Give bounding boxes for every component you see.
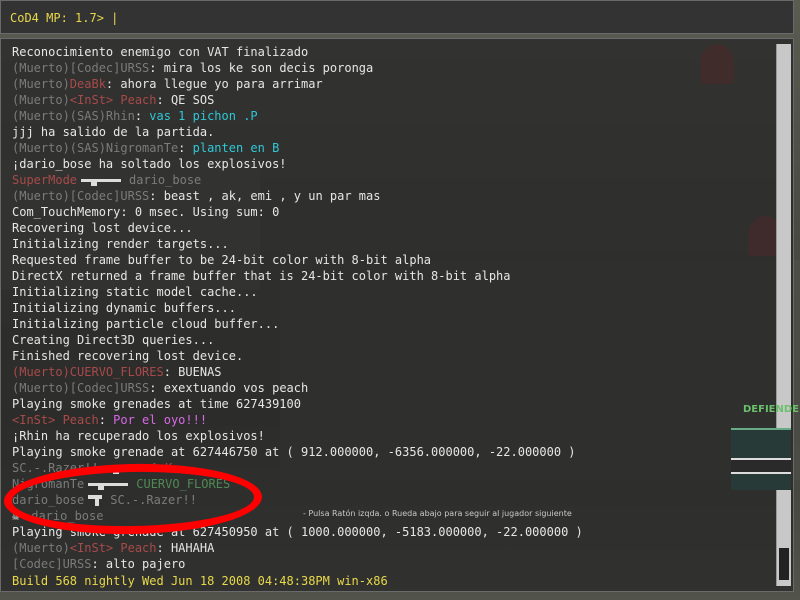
log-text: Requested frame buffer to be 24-bit colo… bbox=[12, 253, 432, 267]
log-text: : QE SOS bbox=[156, 93, 215, 107]
console-input-bar[interactable]: CoD4 MP: 1.7> | bbox=[0, 0, 794, 34]
console-log-line: jjj ha salido de la partida. bbox=[12, 124, 583, 140]
log-text: ¡dario_bose ha soltado los explosivos! bbox=[12, 157, 287, 171]
console-log-line: Initializing particle cloud buffer... bbox=[12, 316, 583, 332]
log-text: : exextuando vos peach bbox=[149, 381, 309, 395]
console-log-line: SuperMode dario_bose bbox=[12, 172, 583, 188]
log-text: (Muerto)(SAS)NigromanTe bbox=[12, 141, 179, 155]
log-text: [Codec]URSS bbox=[12, 557, 92, 571]
log-text: vas 1 pichon .P bbox=[149, 109, 258, 123]
console-log-line: (Muerto)<InSt> Peach: HAHAHA bbox=[12, 540, 583, 556]
console-log-line: (Muerto)[Codec]URSS: exextuando vos peac… bbox=[12, 380, 583, 396]
console-log-line: Reconocimiento enemigo con VAT finalizad… bbox=[12, 44, 583, 60]
console-log-line: Playing smoke grenades at time 627439100 bbox=[12, 396, 583, 412]
log-text: : bbox=[98, 413, 114, 427]
console-scrollbar[interactable] bbox=[776, 44, 791, 586]
console-log-line: (Muerto)(SAS)NigromanTe: planten en B bbox=[12, 140, 583, 156]
log-text: <InSt> Peach bbox=[12, 413, 99, 427]
log-text: Com_TouchMemory: 0 msec. Using sum: 0 bbox=[12, 205, 280, 219]
log-text: SuperMode bbox=[12, 173, 78, 187]
log-text: jjj ha salido de la partida. bbox=[12, 125, 215, 139]
log-text: (Muerto)[Codec]URSS bbox=[12, 189, 150, 203]
console-log-line: Initializing static model cache... bbox=[12, 284, 583, 300]
console-log-line: (Muerto)(SAS)Rhin: vas 1 pichon .P bbox=[12, 108, 583, 124]
console-log-line: ¡dario_bose ha soltado los explosivos! bbox=[12, 156, 583, 172]
console-log-line: Recovering lost device... bbox=[12, 220, 583, 236]
log-text: : bbox=[134, 109, 150, 123]
console-log-line: (Muerto)DeaBk: ahora llegue yo para arri… bbox=[12, 76, 583, 92]
log-text: dario_bose bbox=[129, 173, 202, 187]
log-text: Initializing dynamic buffers... bbox=[12, 301, 236, 315]
log-text: (Muerto)(SAS)Rhin bbox=[12, 109, 135, 123]
console-log-line: (Muerto)[Codec]URSS: mira los ke son dec… bbox=[12, 60, 583, 76]
scrollbar-thumb[interactable] bbox=[779, 548, 789, 580]
console-log-line: (Muerto)[Codec]URSS: beast , ak, emi , y… bbox=[12, 188, 583, 204]
log-text: DeaBk bbox=[69, 77, 106, 91]
log-text: Reconocimiento enemigo con VAT finalizad… bbox=[12, 45, 309, 59]
objective-label: DEFIENDE bbox=[743, 404, 800, 415]
console-prompt-text: CoD4 MP: 1.7> bbox=[10, 11, 112, 25]
log-text: ¡Rhin ha recuperado los explosivos! bbox=[12, 429, 265, 443]
log-text: Creating Direct3D queries... bbox=[12, 333, 215, 347]
console-log-line: Finished recovering lost device. bbox=[12, 348, 583, 364]
log-text: : mira los ke son decis poronga bbox=[149, 61, 374, 75]
log-text: Initializing render targets... bbox=[12, 237, 229, 251]
text-caret: | bbox=[111, 11, 119, 25]
console-log-line: Requested frame buffer to be 24-bit colo… bbox=[12, 252, 583, 268]
minimap-road bbox=[731, 458, 791, 474]
objective-hud: DEFIENDE bbox=[731, 404, 799, 490]
console-log-line: Playing smoke grenade at 627446750 at ( … bbox=[12, 444, 583, 460]
console-log-line: (Muerto)<InSt> Peach: QE SOS bbox=[12, 92, 583, 108]
log-text: (Muerto) bbox=[12, 541, 70, 555]
console-log-line: Initializing dynamic buffers... bbox=[12, 300, 583, 316]
log-text: : beast , ak, emi , y un par mas bbox=[149, 189, 381, 203]
build-info: Build 568 nightly Wed Jun 18 2008 04:48:… bbox=[12, 574, 388, 588]
log-text: : ahora llegue yo para arrimar bbox=[105, 77, 323, 91]
log-text: : bbox=[178, 141, 193, 155]
log-text: (Muerto) bbox=[12, 93, 70, 107]
console-log-line: Initializing render targets... bbox=[12, 236, 583, 252]
rifle-icon bbox=[81, 177, 122, 186]
log-text: : alto pajero bbox=[91, 557, 186, 571]
log-text: <InSt> Peach bbox=[69, 93, 157, 107]
console-prompt[interactable]: CoD4 MP: 1.7> | bbox=[10, 11, 118, 25]
log-text: (Muerto)[Codec]URSS bbox=[12, 381, 150, 395]
console-log-line: <InSt> Peach: Por el oyo!!! bbox=[12, 412, 583, 428]
log-text: DirectX returned a frame buffer that is … bbox=[12, 269, 511, 283]
log-text: Playing smoke grenade at 627446750 at ( … bbox=[12, 445, 576, 459]
log-text: planten en B bbox=[192, 141, 280, 155]
log-text: Finished recovering lost device. bbox=[12, 349, 244, 363]
console-log-line: ¡Rhin ha recuperado los explosivos! bbox=[12, 428, 583, 444]
log-text: Playing smoke grenades at time 627439100 bbox=[12, 397, 301, 411]
log-text: (Muerto) bbox=[12, 77, 70, 91]
log-text: <InSt> Peach bbox=[69, 541, 157, 555]
console-log-line: Creating Direct3D queries... bbox=[12, 332, 583, 348]
console-log-line: DirectX returned a frame buffer that is … bbox=[12, 268, 583, 284]
log-text: Por el oyo!!! bbox=[113, 413, 208, 427]
console-log-line: (Muerto)CUERVO_FLORES: BUENAS bbox=[12, 364, 583, 380]
spectator-hint: - Pulsa Ratón izqda. o Rueda abajo para … bbox=[303, 509, 572, 518]
log-text: (Muerto)[Codec]URSS bbox=[12, 61, 150, 75]
console-log-line: Com_TouchMemory: 0 msec. Using sum: 0 bbox=[12, 204, 583, 220]
log-text: : HAHAHA bbox=[156, 541, 215, 555]
log-text: Initializing particle cloud buffer... bbox=[12, 317, 280, 331]
console-log-line: [Codec]URSS: alto pajero bbox=[12, 556, 583, 572]
log-text: Recovering lost device... bbox=[12, 221, 193, 235]
log-text: (Muerto)CUERVO_FLORES bbox=[12, 365, 164, 379]
minimap bbox=[731, 428, 791, 490]
log-text: : BUENAS bbox=[163, 365, 222, 379]
log-text: Initializing static model cache... bbox=[12, 285, 258, 299]
